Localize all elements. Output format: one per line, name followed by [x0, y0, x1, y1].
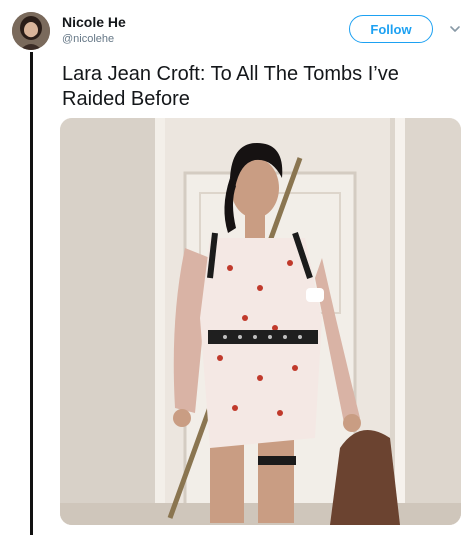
author-name[interactable]: Nicole He	[62, 14, 126, 30]
chevron-down-icon[interactable]	[447, 22, 463, 36]
thread-line	[30, 52, 33, 535]
profile-avatar-icon	[12, 12, 50, 50]
tweet-photo[interactable]	[60, 118, 461, 525]
tweet-text: Lara Jean Croft: To All The Tombs I’ve R…	[62, 63, 399, 110]
photo-illustration	[60, 118, 461, 525]
avatar[interactable]	[12, 12, 50, 50]
author-handle[interactable]: @nicolehe	[62, 33, 114, 45]
follow-button[interactable]: Follow	[349, 15, 433, 43]
